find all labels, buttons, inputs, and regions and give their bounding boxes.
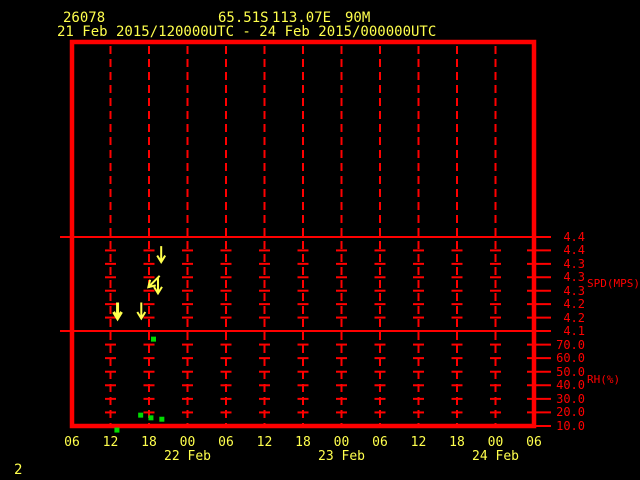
x-hour-label: 06 bbox=[372, 436, 388, 450]
spd-tick-label: 4.2 bbox=[500, 311, 585, 325]
spd-tick-label: 4.1 bbox=[500, 324, 585, 338]
rh-tick-label: 70.0 bbox=[500, 338, 585, 352]
wind-arrow-glyph bbox=[157, 246, 165, 262]
x-day-label: 24 Feb bbox=[472, 450, 519, 464]
x-hour-label: 18 bbox=[449, 436, 465, 450]
rh-point bbox=[148, 415, 153, 420]
rh-axis-title: RH(%) bbox=[587, 373, 620, 386]
page-number: 2 bbox=[14, 463, 22, 477]
rh-tick-label: 30.0 bbox=[500, 392, 585, 406]
wind-arrow bbox=[157, 246, 165, 262]
rh-tick-label: 40.0 bbox=[500, 378, 585, 392]
x-hour-label: 12 bbox=[257, 436, 273, 450]
spd-axis-title: SPD(MPS) bbox=[587, 277, 640, 290]
x-hour-label: 06 bbox=[526, 436, 542, 450]
rh-tick-label: 60.0 bbox=[500, 351, 585, 365]
rh-point bbox=[151, 337, 156, 342]
rh-tick-label: 50.0 bbox=[500, 365, 585, 379]
x-hour-label: 06 bbox=[218, 436, 234, 450]
x-hour-label: 00 bbox=[334, 436, 350, 450]
spd-tick-label: 4.2 bbox=[500, 297, 585, 311]
x-day-label: 22 Feb bbox=[164, 450, 211, 464]
x-hour-label: 00 bbox=[180, 436, 196, 450]
x-hour-label: 12 bbox=[411, 436, 427, 450]
spd-tick-label: 4.3 bbox=[500, 270, 585, 284]
x-hour-label: 06 bbox=[64, 436, 80, 450]
x-hour-label: 18 bbox=[295, 436, 311, 450]
meteogram-screen: 26078 65.51S 113.07E 90M 21 Feb 2015/120… bbox=[0, 0, 640, 480]
x-hour-label: 12 bbox=[103, 436, 119, 450]
spd-tick-label: 4.3 bbox=[500, 257, 585, 271]
x-hour-label: 00 bbox=[488, 436, 504, 450]
x-hour-label: 18 bbox=[141, 436, 157, 450]
rh-point bbox=[114, 428, 119, 433]
rh-tick-label: 20.0 bbox=[500, 405, 585, 419]
rh-tick-label: 10.0 bbox=[500, 419, 585, 433]
spd-tick-label: 4.4 bbox=[500, 230, 585, 244]
rh-point bbox=[138, 413, 143, 418]
x-day-label: 23 Feb bbox=[318, 450, 365, 464]
spd-tick-label: 4.4 bbox=[500, 243, 585, 257]
spd-tick-label: 4.3 bbox=[500, 284, 585, 298]
rh-point bbox=[159, 417, 164, 422]
